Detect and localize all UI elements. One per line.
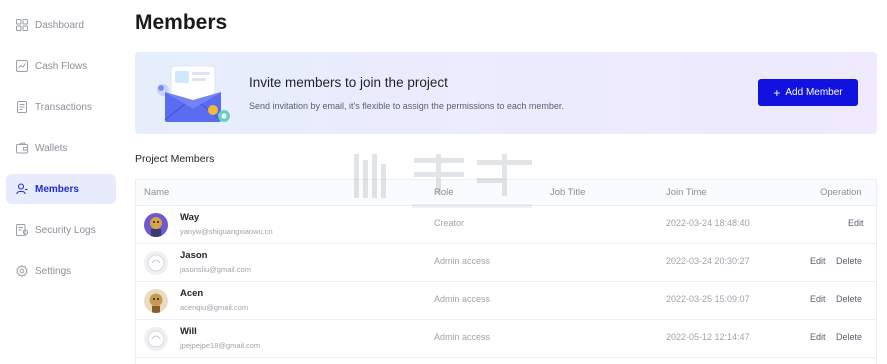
sidebar-item-wallets[interactable]: Wallets — [6, 133, 116, 163]
member-role: Admin access — [434, 332, 491, 342]
sidebar-item-security-logs[interactable]: Security Logs — [6, 215, 116, 245]
member-email: jpejpejpe18@gmail.com — [180, 341, 261, 350]
member-join-time: 2022-03-25 15:09:07 — [666, 294, 750, 304]
sidebar-item-label: Security Logs — [35, 224, 96, 236]
banner-subtitle: Send invitation by email, it's flexible … — [249, 101, 564, 111]
chart-icon — [16, 60, 28, 72]
member-join-time: 2022-03-24 20:30:27 — [666, 256, 750, 266]
table-row: Jason jasonsliu@gmail.com Admin access 2… — [136, 244, 876, 282]
sidebar-item-members[interactable]: Members — [6, 174, 116, 204]
delete-button[interactable]: Delete — [836, 294, 862, 304]
member-role: Creator — [434, 218, 465, 228]
table-row: Way yanyw@shiguangxiaowu.cn Creator 2022… — [136, 206, 876, 244]
avatar — [144, 251, 168, 275]
member-role: Admin access — [434, 256, 491, 266]
section-title: Project Members — [135, 153, 215, 165]
delete-button[interactable]: Delete — [836, 256, 862, 266]
member-role: Admin access — [434, 294, 491, 304]
sidebar-item-label: Dashboard — [35, 19, 84, 31]
sidebar-item-dashboard[interactable]: Dashboard — [6, 10, 116, 40]
member-email: jasonsliu@gmail.com — [180, 265, 251, 274]
sidebar-item-label: Settings — [35, 265, 72, 277]
sidebar-item-label: Cash Flows — [35, 60, 88, 72]
envelope-illustration — [155, 62, 235, 126]
sidebar-item-label: Members — [35, 183, 79, 195]
table-header: Name Role Job Title Join Time Operation — [136, 180, 876, 206]
column-header-name: Name — [144, 187, 170, 198]
edit-button[interactable]: Edit — [810, 294, 826, 304]
sidebar-item-cash-flows[interactable]: Cash Flows — [6, 51, 116, 81]
banner-title: Invite members to join the project — [249, 75, 448, 90]
member-join-time: 2022-05-12 12:14:47 — [666, 332, 750, 342]
page-title: Members — [135, 11, 228, 34]
sidebar-item-transactions[interactable]: Transactions — [6, 92, 116, 122]
sidebar-item-label: Wallets — [35, 142, 68, 154]
edit-button[interactable]: Edit — [810, 256, 826, 266]
edit-button[interactable]: Edit — [810, 332, 826, 342]
avatar — [144, 213, 168, 237]
column-header-job-title: Job Title — [550, 187, 586, 198]
avatar — [144, 289, 168, 313]
column-header-join-time: Join Time — [666, 187, 707, 198]
plus-icon: + — [773, 85, 781, 100]
add-member-button[interactable]: + Add Member — [758, 79, 858, 106]
members-table: Name Role Job Title Join Time Operation … — [135, 179, 877, 364]
table-row: Will jpejpejpe18@gmail.com Admin access … — [136, 320, 876, 358]
edit-button[interactable]: Edit — [848, 218, 864, 228]
delete-button[interactable]: Delete — [836, 332, 862, 342]
add-member-label: Add Member — [785, 87, 843, 98]
sidebar-item-settings[interactable]: Settings — [6, 256, 116, 286]
sidebar: Dashboard Cash Flows Transactions Wallet… — [0, 0, 122, 364]
avatar — [144, 327, 168, 351]
column-header-operation: Operation — [820, 187, 862, 198]
gear-icon — [16, 265, 28, 277]
dashboard-icon — [16, 19, 28, 31]
member-email: yanyw@shiguangxiaowu.cn — [180, 227, 273, 236]
member-name: Jason — [180, 250, 208, 261]
wallet-icon — [16, 142, 28, 154]
sidebar-item-label: Transactions — [35, 101, 92, 113]
member-join-time: 2022-03-24 18:48:40 — [666, 218, 750, 228]
column-header-role: Role — [434, 187, 454, 198]
member-name: Acen — [180, 288, 204, 299]
security-log-icon — [16, 224, 28, 236]
member-name: Will — [180, 326, 197, 337]
table-row: Acen acenqiu@gmail.com Admin access 2022… — [136, 282, 876, 320]
user-icon — [16, 183, 28, 195]
member-name: Way — [180, 212, 200, 223]
document-icon — [16, 101, 28, 113]
member-email: acenqiu@gmail.com — [180, 303, 249, 312]
